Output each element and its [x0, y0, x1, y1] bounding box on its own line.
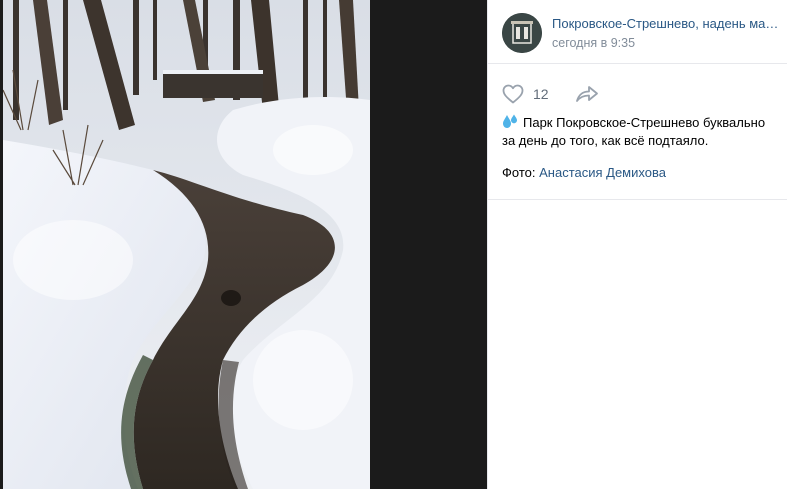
share-arrow-icon: [576, 86, 598, 102]
photo-credit: Фото: Анастасия Демихова: [502, 165, 666, 180]
post-side-panel: Покровское-Стрешнево, надень маску сегод…: [487, 0, 787, 489]
section-divider: [488, 199, 787, 200]
credit-label: Фото:: [502, 165, 536, 180]
credit-author-link[interactable]: Анастасия Демихова: [539, 165, 666, 180]
post-timestamp[interactable]: сегодня в 9:35: [552, 36, 635, 50]
photo-viewer: [0, 0, 487, 489]
post-photo[interactable]: [3, 0, 370, 489]
post-text: Парк Покровское-Стрешнево буквально за д…: [502, 114, 778, 150]
snowy-stream-image: [3, 0, 370, 489]
group-logo-icon: [502, 13, 542, 53]
share-button[interactable]: [574, 82, 600, 106]
heart-icon: [502, 84, 524, 104]
post-text-body: Парк Покровское-Стрешнево буквально за д…: [502, 115, 766, 148]
like-button[interactable]: 12: [501, 82, 549, 106]
sweat-droplets-icon: [502, 114, 519, 129]
post-actions: 12: [488, 64, 787, 110]
group-avatar[interactable]: [502, 13, 542, 53]
post-header: Покровское-Стрешнево, надень маску сегод…: [488, 0, 787, 64]
group-name-link[interactable]: Покровское-Стрешнево, надень маску: [552, 16, 782, 31]
like-count: 12: [533, 86, 549, 102]
